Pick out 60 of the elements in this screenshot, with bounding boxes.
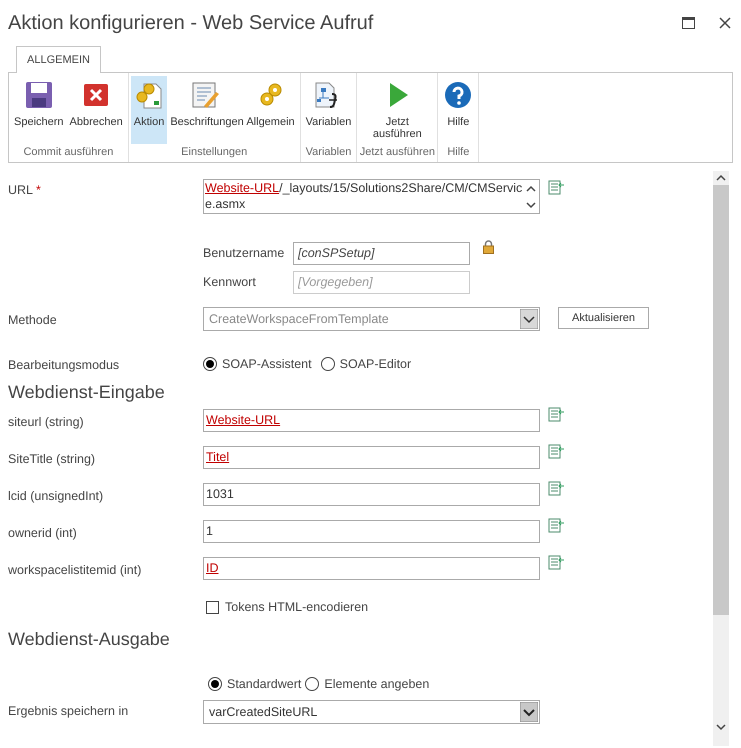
checkbox-label: Tokens HTML-encodieren (225, 598, 368, 616)
ribbon-button[interactable]: Jetzt ausführen (359, 76, 436, 144)
section-heading: Webdienst-Eingabe (8, 381, 166, 404)
ribbon-button[interactable]: Variablen (302, 76, 354, 144)
parameter-field[interactable]: 1031 (203, 483, 540, 506)
field-label: Bearbeitungsmodus (8, 357, 120, 374)
field-label: ownerid (int) (8, 525, 78, 542)
document-pencil-icon (190, 80, 220, 110)
ribbon-button[interactable]: Abbrechen (66, 76, 126, 144)
field-label: Ergebnis speichern in (8, 703, 130, 720)
radio-button[interactable] (320, 357, 335, 372)
radio-label: Standardwert (227, 676, 302, 693)
parameter-field[interactable]: Titel (203, 446, 540, 469)
field-label: Benutzername (203, 244, 286, 262)
parameter-field[interactable]: Website-URL (203, 409, 540, 432)
insert-reference-icon[interactable] (548, 518, 565, 533)
radio-button[interactable] (305, 677, 320, 691)
ribbon-button[interactable]: Speichern (11, 76, 67, 144)
field-label: lcid (unsignedInt) (8, 488, 104, 505)
insert-reference-icon[interactable] (548, 407, 565, 422)
insert-reference-icon[interactable] (548, 444, 565, 459)
field-label: siteurl (string) (8, 414, 85, 431)
checkbox[interactable] (206, 600, 219, 614)
ribbon-group-label: Commit ausführen (22, 145, 114, 160)
username-field[interactable]: [conSPSetup] (293, 242, 470, 264)
field-label: workspacelistitemid (int) (8, 562, 142, 579)
radio-label: SOAP-Assistent (222, 356, 312, 373)
parameter-field[interactable]: 1 (203, 520, 540, 543)
radio-label: Elemente angeben (324, 676, 430, 693)
ribbon-button[interactable]: Hilfe (440, 76, 476, 144)
close-icon[interactable] (719, 16, 731, 28)
field-label: Kennwort (203, 274, 257, 291)
help-icon (443, 80, 474, 110)
field-label: Methode (8, 312, 58, 329)
field-label: URL * (8, 182, 42, 199)
scrollbar[interactable] (713, 171, 729, 746)
ribbon-group-label: Hilfe (446, 145, 470, 160)
insert-reference-icon[interactable] (548, 555, 565, 570)
insert-reference-icon[interactable] (548, 481, 565, 496)
ribbon-group-label: Variablen (304, 145, 352, 160)
radio-button[interactable] (203, 357, 217, 372)
ribbon-button[interactable]: Aktion (130, 76, 168, 144)
ribbon-tab[interactable]: ALLGEMEIN (16, 46, 101, 73)
window-title: Aktion konfigurieren - Web Service Aufruf (8, 10, 374, 36)
section-heading: Webdienst-Ausgabe (8, 628, 171, 651)
ribbon-group-label: Jetzt ausführen (359, 145, 436, 160)
radio-button[interactable] (208, 677, 222, 691)
insert-reference-icon[interactable] (548, 180, 565, 195)
ribbon-group-label: Einstellungen (180, 145, 248, 160)
ribbon-button[interactable]: Allgemein (243, 76, 298, 144)
result-dropdown[interactable]: varCreatedSiteURL (203, 700, 540, 724)
parameter-field[interactable]: ID (203, 557, 540, 580)
radio-label: SOAP-Editor (340, 356, 412, 373)
ribbon-button[interactable]: Beschriftungen (167, 76, 244, 144)
password-field[interactable]: [Vorgegeben] (293, 270, 470, 294)
padlock-icon (483, 240, 494, 254)
dropdown-arrow-icon[interactable] (520, 702, 538, 722)
url-field[interactable]: Website-URL/_layouts/15/Solutions2Share/CM/CMService.asmx (203, 179, 540, 214)
maximize-icon[interactable] (682, 16, 695, 28)
field-label: SiteTitle (string) (8, 451, 96, 468)
